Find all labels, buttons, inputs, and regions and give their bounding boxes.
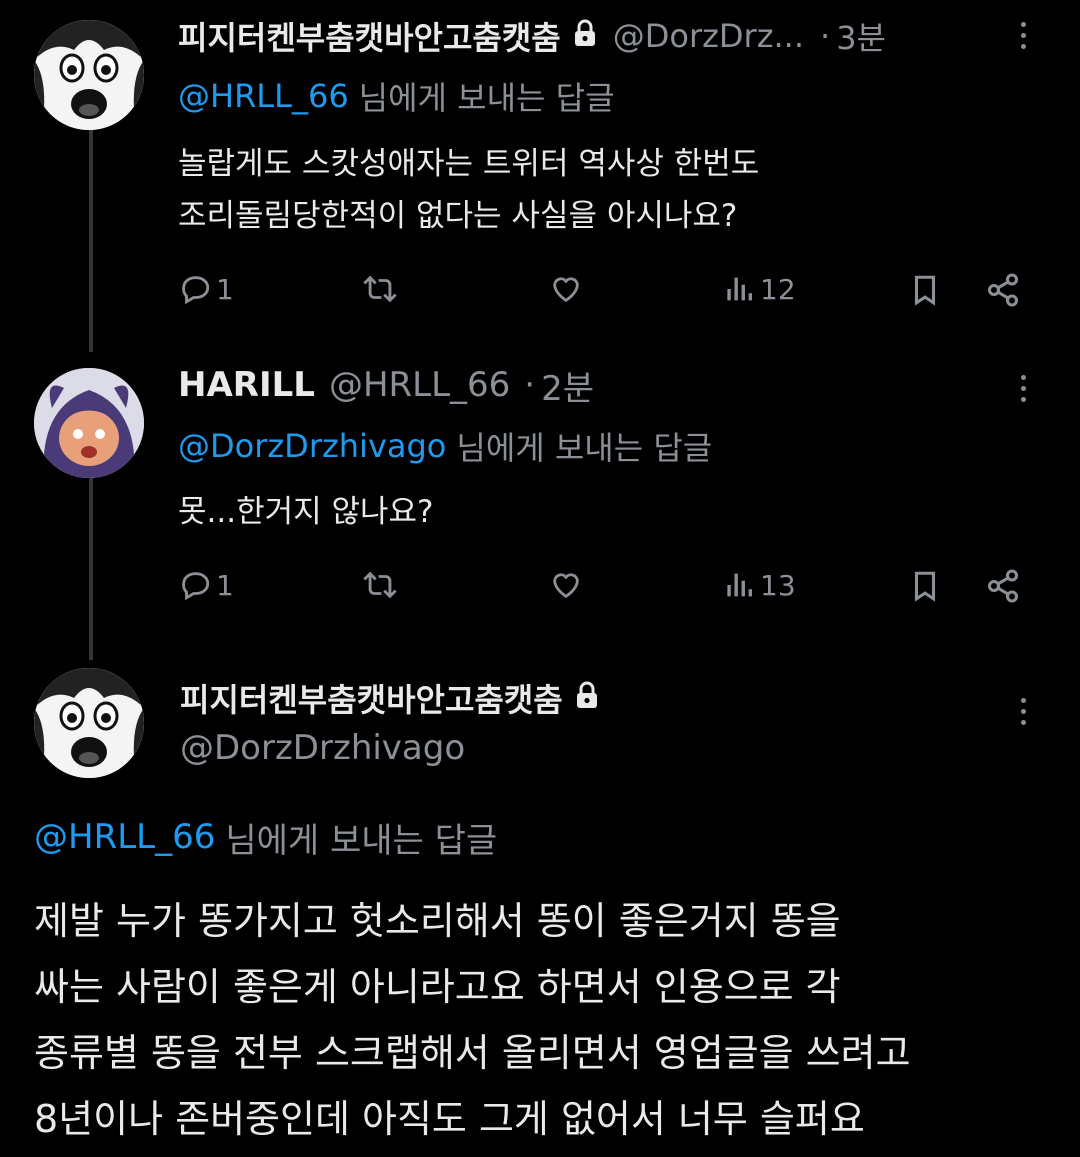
like-button[interactable]: [548, 568, 584, 602]
bookmark-button[interactable]: [908, 568, 942, 604]
reply-icon: [178, 568, 212, 602]
reply-to-handle[interactable]: @HRLL_66: [34, 817, 215, 857]
more-icon[interactable]: [1018, 375, 1028, 402]
reply-icon: [178, 272, 212, 306]
bookmark-button[interactable]: [908, 272, 942, 308]
display-name[interactable]: 피지터켄부춤캣바안고춤캣춤: [180, 675, 563, 721]
handle[interactable]: @DorzDrzhivago: [180, 728, 465, 768]
thread-line: [89, 478, 93, 660]
avatar-image: [34, 20, 144, 130]
display-name[interactable]: HARILL: [178, 365, 315, 405]
like-button[interactable]: [548, 272, 584, 306]
share-button[interactable]: [984, 568, 1022, 604]
share-button[interactable]: [984, 272, 1022, 308]
tweet-text-line: 8년이나 존버중인데 아직도 그게 없어서 너무 슬퍼요: [34, 1097, 865, 1141]
tweet-header: HARILL @HRLL_66 · 2분: [178, 361, 594, 410]
tweet-text: 놀랍게도 스캇성애자는 트위터 역사상 한번도 조리돌림당한적이 없다는 사실을…: [178, 138, 759, 242]
retweet-icon: [360, 568, 400, 602]
reply-button[interactable]: 1: [178, 568, 234, 602]
reply-to-suffix: 님에게 보내는 답글: [456, 429, 713, 467]
reply-to-handle[interactable]: @HRLL_66: [178, 77, 349, 115]
retweet-button[interactable]: [360, 272, 400, 306]
reply-count: 1: [216, 568, 234, 602]
avatar[interactable]: [34, 368, 144, 478]
avatar[interactable]: [34, 668, 144, 778]
lock-icon: [575, 679, 599, 717]
reply-count: 1: [216, 272, 234, 306]
views-count: 12: [760, 272, 796, 306]
more-icon[interactable]: [1018, 22, 1028, 49]
views-button[interactable]: 13: [722, 568, 796, 602]
avatar[interactable]: [34, 20, 144, 130]
tweet-text-line: 종류별 똥을 전부 스크랩해서 올리면서 영업글을 쓰려고: [34, 1031, 911, 1075]
avatar-image: [34, 368, 144, 478]
tweet-header: 피지터켄부춤캣바안고춤캣춤 @DorzDrz... · 3분: [178, 14, 886, 58]
reply-to-suffix: 님에게 보내는 답글: [225, 820, 498, 861]
thread-line: [89, 112, 93, 352]
main-header-handle: @DorzDrzhivago: [180, 726, 465, 770]
retweet-button[interactable]: [360, 568, 400, 602]
separator: ·: [820, 17, 831, 55]
avatar-image: [34, 668, 144, 778]
tweet-text: 못...한거지 않나요?: [178, 494, 434, 530]
more-icon[interactable]: [1018, 698, 1028, 725]
timestamp[interactable]: 3분: [836, 13, 886, 59]
bookmark-icon: [908, 272, 942, 308]
views-icon: [722, 272, 756, 306]
like-icon: [548, 568, 584, 602]
reply-context: @HRLL_66 님에게 보내는 답글: [178, 74, 615, 118]
tweet-text-line: 놀랍게도 스캇성애자는 트위터 역사상 한번도: [178, 146, 760, 182]
separator: ·: [524, 365, 536, 405]
tweet-text-line: 제발 누가 똥가지고 헛소리해서 똥이 좋은거지 똥을: [34, 899, 841, 943]
reply-context: @HRLL_66 님에게 보내는 답글: [34, 814, 498, 861]
retweet-icon: [360, 272, 400, 306]
share-icon: [984, 272, 1022, 308]
share-icon: [984, 568, 1022, 604]
reply-button[interactable]: 1: [178, 272, 234, 306]
tweet-text-line: 조리돌림당한적이 없다는 사실을 아시나요?: [178, 198, 738, 234]
views-icon: [722, 568, 756, 602]
views-count: 13: [760, 568, 796, 602]
tweet-text-line: 싸는 사람이 좋은게 아니라고요 하면서 인용으로 각: [34, 965, 841, 1009]
handle[interactable]: @HRLL_66: [329, 365, 510, 405]
tweet-text: 제발 누가 똥가지고 헛소리해서 똥이 좋은거지 똥을 싸는 사람이 좋은게 아…: [34, 888, 911, 1152]
lock-icon: [573, 17, 597, 55]
handle[interactable]: @DorzDrz...: [613, 17, 804, 55]
main-header-name: 피지터켄부춤캣바안고춤캣춤: [180, 676, 599, 720]
like-icon: [548, 272, 584, 306]
display-name[interactable]: 피지터켄부춤캣바안고춤캣춤: [178, 13, 561, 59]
reply-to-handle[interactable]: @DorzDrzhivago: [178, 427, 446, 465]
reply-to-suffix: 님에게 보내는 답글: [358, 79, 615, 117]
reply-context: @DorzDrzhivago 님에게 보내는 답글: [178, 424, 712, 468]
views-button[interactable]: 12: [722, 272, 796, 306]
bookmark-icon: [908, 568, 942, 604]
timestamp[interactable]: 2분: [541, 361, 594, 410]
